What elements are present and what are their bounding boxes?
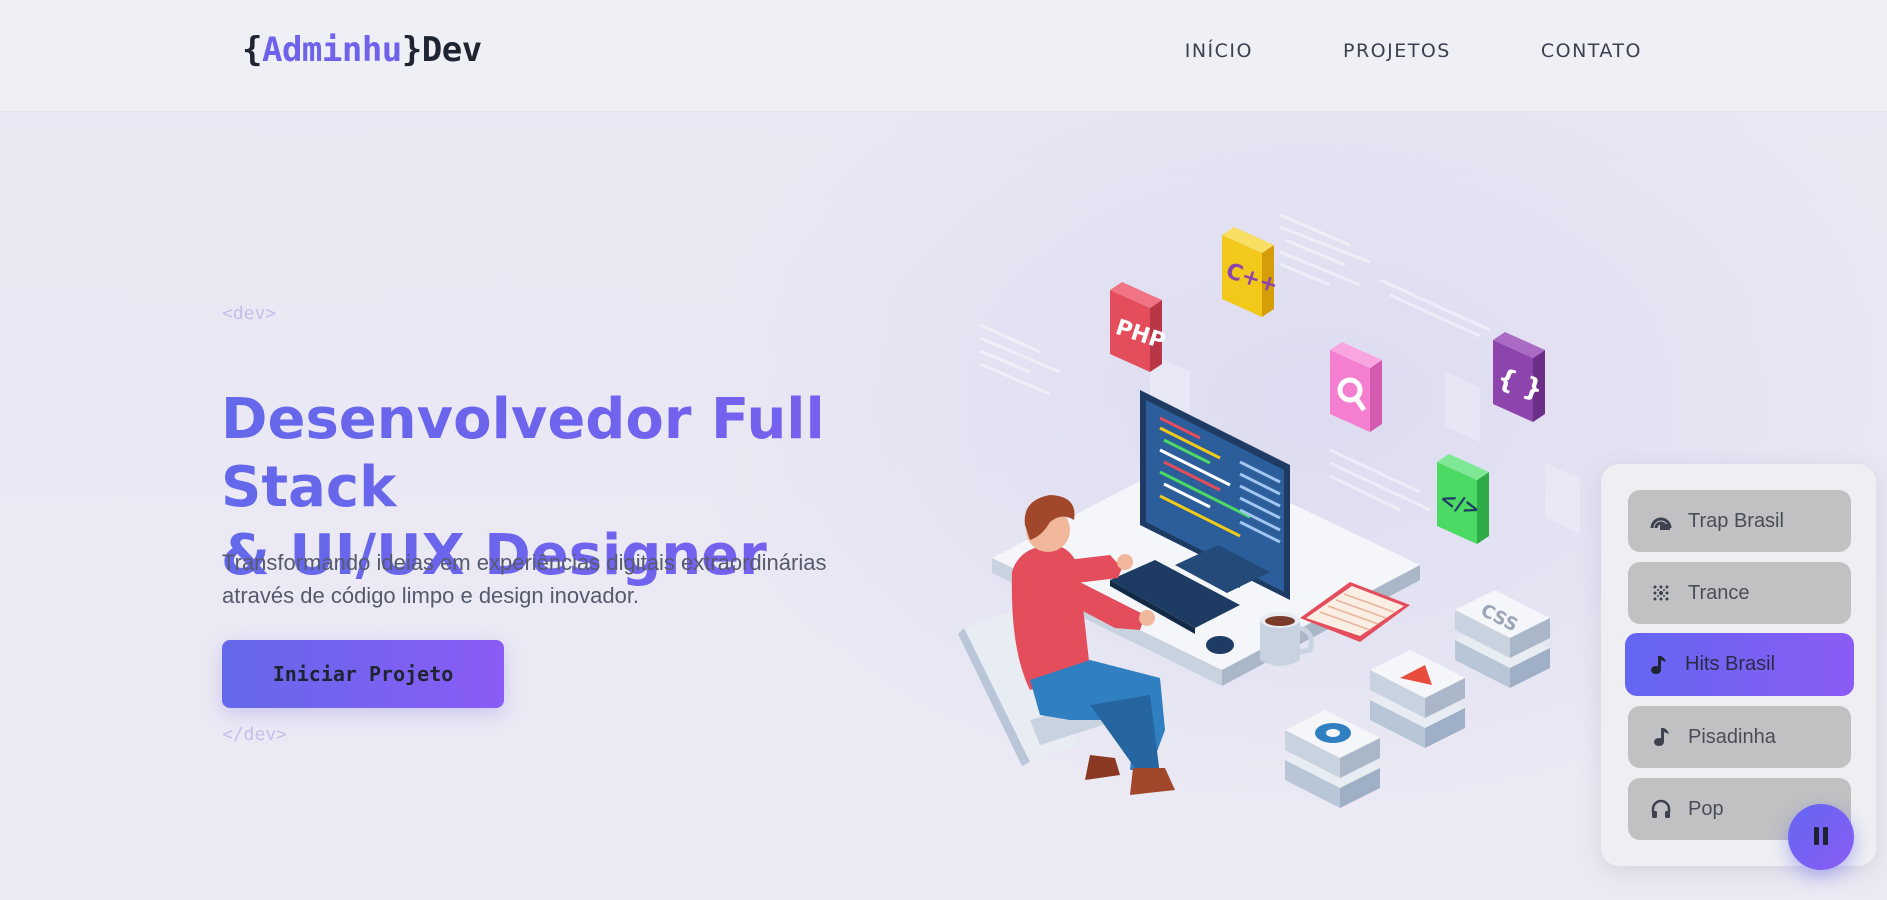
station-label: Trance [1688, 581, 1750, 604]
station-label: Pisadinha [1688, 725, 1776, 748]
pause-icon [1811, 825, 1831, 850]
developer-illustration: PHP C++ { } </> CSS [958, 213, 1580, 808]
cpp-tile: C++ [1222, 227, 1281, 317]
hero-subtitle-line-1: Transformando ideias em experiências dig… [222, 550, 827, 575]
station-pisadinha[interactable]: Pisadinha [1628, 706, 1851, 768]
station-label: Hits Brasil [1685, 653, 1776, 675]
braces-tile: { } [1493, 332, 1547, 422]
play-block-stack [1370, 650, 1465, 748]
css-block-stack: CSS [1455, 590, 1550, 688]
station-label: Pop [1688, 797, 1724, 820]
pause-button[interactable] [1788, 804, 1854, 870]
hero-title-line-1: Desenvolvedor Full Stack [221, 387, 825, 520]
hero-subtitle-line-2: através de código limpo e design inovado… [222, 583, 640, 608]
site-header: {Adminhu}Dev INÍCIO PROJETOS CONTATO [0, 0, 1887, 112]
logo-name-suffix: Dev [421, 30, 482, 70]
hero-subtitle: Transformando ideias em experiências dig… [222, 546, 902, 612]
logo-name-accent: Adminhu [261, 30, 402, 70]
waveform-grid-icon [1650, 582, 1672, 604]
main-nav: INÍCIO PROJETOS CONTATO [1185, 40, 1642, 62]
gear-block-stack [1285, 710, 1380, 808]
rainbow-icon [1650, 510, 1672, 532]
code-tile: </> [1437, 454, 1489, 544]
start-project-button[interactable]: Iniciar Projeto [222, 640, 504, 708]
music-note-icon [1650, 726, 1672, 748]
mouse [1206, 636, 1234, 654]
dev-close-tag: </dev> [222, 724, 288, 745]
search-tile [1330, 342, 1382, 432]
headphones-icon [1650, 798, 1672, 820]
music-player-panel: Trap Brasil Trance Hits Brasil Pisadinha… [1601, 464, 1876, 866]
nav-link-contato[interactable]: CONTATO [1541, 40, 1642, 62]
nav-link-inicio[interactable]: INÍCIO [1185, 40, 1253, 62]
php-tile: PHP [1110, 282, 1168, 372]
station-label: Trap Brasil [1688, 509, 1784, 532]
station-trap-brasil[interactable]: Trap Brasil [1628, 490, 1851, 552]
station-hits-brasil[interactable]: Hits Brasil [1625, 633, 1854, 696]
site-logo[interactable]: {Adminhu}Dev [242, 30, 482, 70]
logo-close-brace: } [401, 30, 422, 70]
music-note-icon [1647, 654, 1669, 676]
dev-open-tag: <dev> [222, 303, 277, 324]
logo-open-brace: { [242, 30, 262, 70]
station-trance[interactable]: Trance [1628, 562, 1851, 624]
nav-link-projetos[interactable]: PROJETOS [1343, 40, 1451, 62]
